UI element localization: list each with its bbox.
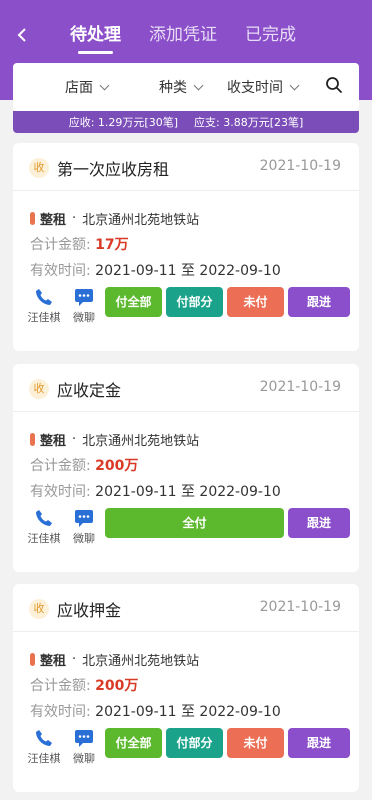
separator-dot: · [72, 652, 77, 667]
call-contact-button[interactable]: 汪佳棋 [27, 728, 61, 766]
card-valid-row: 有效时间: 2021-09-11 至 2022-09-10 [30, 481, 281, 501]
location-text: 北京通州北苑地铁站 [82, 213, 200, 228]
tab-add-voucher[interactable]: 添加凭证 [149, 24, 217, 46]
phone-icon [36, 289, 52, 305]
total-label: 合计金额: [30, 678, 91, 694]
valid-label: 有效时间: [30, 484, 91, 500]
total-value: 200万 [95, 458, 139, 474]
valid-value: 2021-09-11 至 2022-09-10 [95, 704, 281, 720]
chat-button[interactable]: 微聊 [67, 728, 101, 766]
chat-button[interactable]: 微聊 [67, 508, 101, 546]
total-value: 200万 [95, 678, 139, 694]
chevron-down-icon [193, 80, 204, 90]
pay-partial-button[interactable]: 付部分 [166, 728, 223, 758]
card-valid-row: 有效时间: 2021-09-11 至 2022-09-10 [30, 701, 281, 721]
tab-pending[interactable]: 待处理 [70, 24, 121, 54]
filter-time[interactable]: 收支时间 [227, 77, 300, 97]
card-title: 应收押金 [57, 601, 122, 620]
card-location-row: 整租 · 北京通州北苑地铁站 [30, 650, 199, 669]
card-header: 收 应收押金 2021-10-19 [13, 584, 359, 632]
phone-icon [36, 510, 52, 526]
back-arrow-icon[interactable] [12, 24, 34, 46]
summary-payable: 应支: 3.88万元[23笔] [194, 116, 304, 129]
valid-value: 2021-09-11 至 2022-09-10 [95, 263, 281, 279]
rent-type: 整租 [40, 213, 67, 228]
pay-full-button[interactable]: 全付 [105, 508, 284, 538]
tag-mark [30, 653, 35, 666]
tag-mark [30, 212, 35, 225]
follow-up-button[interactable]: 跟进 [288, 728, 350, 758]
phone-icon [36, 730, 52, 746]
receive-badge: 收 [29, 599, 49, 619]
rent-type: 整租 [40, 434, 67, 449]
chat-icon [75, 510, 93, 527]
chat-button[interactable]: 微聊 [67, 287, 101, 325]
card-title: 第一次应收房租 [57, 160, 170, 179]
rent-type: 整租 [40, 654, 67, 669]
card-date: 2021-10-19 [259, 599, 341, 615]
card-date: 2021-10-19 [259, 158, 341, 174]
chat-label: 微聊 [73, 311, 95, 324]
tag-mark [30, 433, 35, 446]
contact-name: 汪佳棋 [27, 311, 61, 324]
total-label: 合计金额: [30, 237, 91, 253]
call-contact-button[interactable]: 汪佳棋 [27, 287, 61, 325]
unpaid-button[interactable]: 未付 [227, 287, 284, 317]
card-total-row: 合计金额: 200万 [30, 455, 138, 475]
location-text: 北京通州北苑地铁站 [82, 654, 200, 669]
pay-partial-button[interactable]: 付部分 [166, 287, 223, 317]
summary-receivable: 应收: 1.29万元[30笔] [68, 116, 178, 129]
tab-completed[interactable]: 已完成 [245, 24, 296, 46]
record-card[interactable]: 收 应收押金 2021-10-19 整租 · 北京通州北苑地铁站 合计金额: 2… [13, 584, 359, 792]
filter-store-label: 店面 [65, 80, 93, 96]
tab-bar: 待处理 添加凭证 已完成 [70, 24, 296, 54]
card-title: 应收定金 [57, 381, 122, 400]
pay-all-button[interactable]: 付全部 [105, 728, 162, 758]
filter-category-label: 种类 [159, 80, 187, 96]
valid-value: 2021-09-11 至 2022-09-10 [95, 484, 281, 500]
card-location-row: 整租 · 北京通州北苑地铁站 [30, 430, 199, 449]
card-valid-row: 有效时间: 2021-09-11 至 2022-09-10 [30, 260, 281, 280]
total-value: 17万 [95, 237, 129, 253]
separator-dot: · [72, 432, 77, 447]
record-card[interactable]: 收 第一次应收房租 2021-10-19 整租 · 北京通州北苑地铁站 合计金额… [13, 143, 359, 351]
card-location-row: 整租 · 北京通州北苑地铁站 [30, 209, 199, 228]
call-contact-button[interactable]: 汪佳棋 [27, 508, 61, 546]
search-icon[interactable] [325, 76, 343, 94]
chevron-down-icon [289, 80, 300, 90]
chat-icon [75, 730, 93, 747]
filter-time-label: 收支时间 [227, 80, 283, 96]
card-date: 2021-10-19 [259, 379, 341, 395]
location-text: 北京通州北苑地铁站 [82, 434, 200, 449]
card-total-row: 合计金额: 200万 [30, 675, 138, 695]
follow-up-button[interactable]: 跟进 [288, 287, 350, 317]
valid-label: 有效时间: [30, 263, 91, 279]
contact-name: 汪佳棋 [27, 752, 61, 765]
card-header: 收 第一次应收房租 2021-10-19 [13, 143, 359, 191]
chat-label: 微聊 [73, 532, 95, 545]
filter-category[interactable]: 种类 [159, 77, 204, 97]
summary-bar: 应收: 1.29万元[30笔] 应支: 3.88万元[23笔] [13, 111, 359, 133]
filter-store[interactable]: 店面 [65, 77, 110, 97]
chevron-down-icon [99, 80, 110, 90]
chat-label: 微聊 [73, 752, 95, 765]
record-card[interactable]: 收 应收定金 2021-10-19 整租 · 北京通州北苑地铁站 合计金额: 2… [13, 364, 359, 572]
card-header: 收 应收定金 2021-10-19 [13, 364, 359, 412]
card-total-row: 合计金额: 17万 [30, 234, 129, 254]
unpaid-button[interactable]: 未付 [227, 728, 284, 758]
receive-badge: 收 [29, 379, 49, 399]
chat-icon [75, 289, 93, 306]
total-label: 合计金额: [30, 458, 91, 474]
receive-badge: 收 [29, 158, 49, 178]
filter-bar: 店面 种类 收支时间 [13, 63, 359, 111]
follow-up-button[interactable]: 跟进 [288, 508, 350, 538]
pay-all-button[interactable]: 付全部 [105, 287, 162, 317]
contact-name: 汪佳棋 [27, 532, 61, 545]
separator-dot: · [72, 211, 77, 226]
valid-label: 有效时间: [30, 704, 91, 720]
